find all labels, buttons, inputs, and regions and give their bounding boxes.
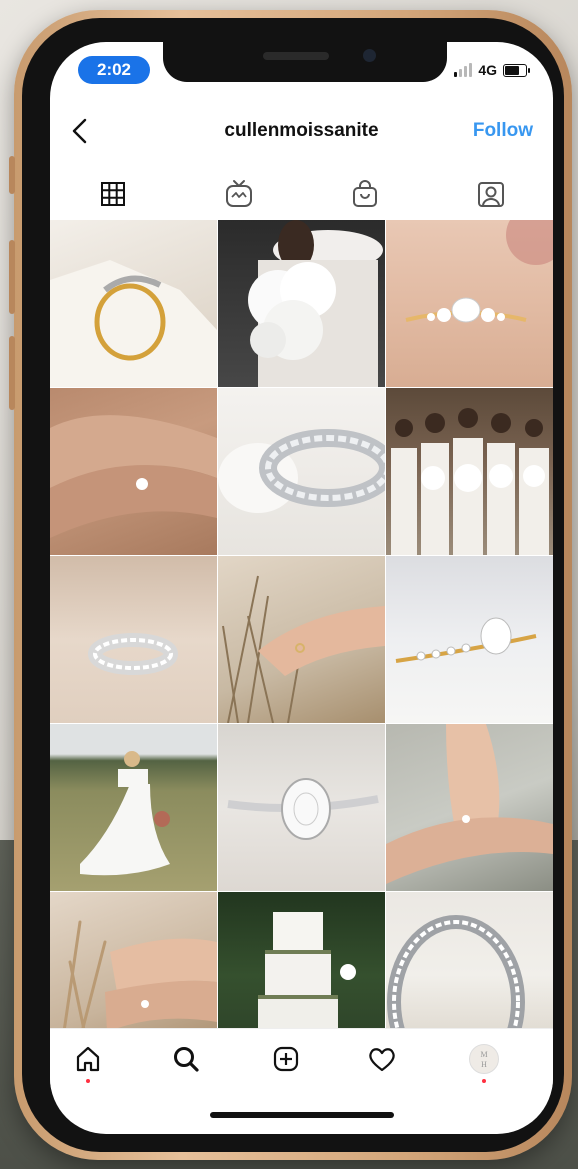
volume-down-button bbox=[9, 336, 15, 410]
post-thumbnail[interactable] bbox=[50, 556, 217, 723]
nav-new-post[interactable] bbox=[266, 1039, 306, 1079]
nav-search[interactable] bbox=[166, 1039, 206, 1079]
follow-button[interactable]: Follow bbox=[473, 120, 533, 142]
tagged-user-icon bbox=[477, 182, 504, 207]
post-thumbnail[interactable] bbox=[218, 892, 385, 1028]
status-indicators: 4G bbox=[454, 60, 530, 80]
battery-icon bbox=[503, 63, 530, 77]
tab-shop[interactable] bbox=[302, 168, 427, 220]
post-thumbnail[interactable] bbox=[386, 556, 553, 723]
nav-profile[interactable]: MH bbox=[464, 1039, 504, 1083]
volume-up-button bbox=[9, 240, 15, 314]
bottom-navigation: MH bbox=[50, 1028, 553, 1089]
post-thumbnail[interactable] bbox=[50, 724, 217, 891]
speaker bbox=[263, 52, 329, 60]
post-thumbnail[interactable] bbox=[386, 388, 553, 555]
notch bbox=[163, 42, 447, 82]
post-thumbnail[interactable] bbox=[50, 388, 217, 555]
mute-switch bbox=[9, 156, 15, 194]
nav-activity[interactable] bbox=[362, 1039, 402, 1079]
post-thumbnail[interactable] bbox=[218, 724, 385, 891]
post-thumbnail[interactable] bbox=[386, 220, 553, 387]
network-type: 4G bbox=[478, 62, 497, 78]
profile-tabs bbox=[50, 168, 553, 221]
nav-home[interactable] bbox=[68, 1039, 108, 1083]
signal-icon bbox=[454, 63, 473, 77]
tab-igtv[interactable] bbox=[176, 168, 301, 220]
notification-dot bbox=[86, 1079, 90, 1083]
heart-icon bbox=[369, 1048, 395, 1072]
notification-dot bbox=[482, 1079, 486, 1083]
tab-grid[interactable] bbox=[50, 168, 175, 221]
new-post-icon bbox=[273, 1046, 299, 1072]
status-time: 2:02 bbox=[78, 56, 150, 84]
profile-header: cullenmoissanite Follow bbox=[50, 112, 553, 152]
post-grid bbox=[50, 220, 553, 1028]
search-icon bbox=[174, 1047, 199, 1072]
post-thumbnail[interactable] bbox=[386, 724, 553, 891]
post-thumbnail[interactable] bbox=[50, 220, 217, 387]
post-thumbnail[interactable] bbox=[218, 388, 385, 555]
tab-tagged[interactable] bbox=[428, 168, 553, 220]
shopping-bag-icon bbox=[352, 180, 377, 207]
grid-icon bbox=[100, 182, 125, 206]
phone-screen: 2:02 4G cullenmoissanite Follow M H bbox=[50, 42, 553, 1134]
igtv-icon bbox=[225, 180, 252, 207]
post-thumbnail[interactable] bbox=[218, 556, 385, 723]
front-camera bbox=[363, 49, 376, 62]
post-thumbnail[interactable] bbox=[50, 892, 217, 1028]
home-indicator bbox=[210, 1112, 394, 1118]
profile-avatar: MH bbox=[469, 1044, 499, 1074]
home-icon bbox=[76, 1046, 100, 1072]
post-thumbnail[interactable] bbox=[386, 892, 553, 1028]
post-thumbnail[interactable] bbox=[218, 220, 385, 387]
